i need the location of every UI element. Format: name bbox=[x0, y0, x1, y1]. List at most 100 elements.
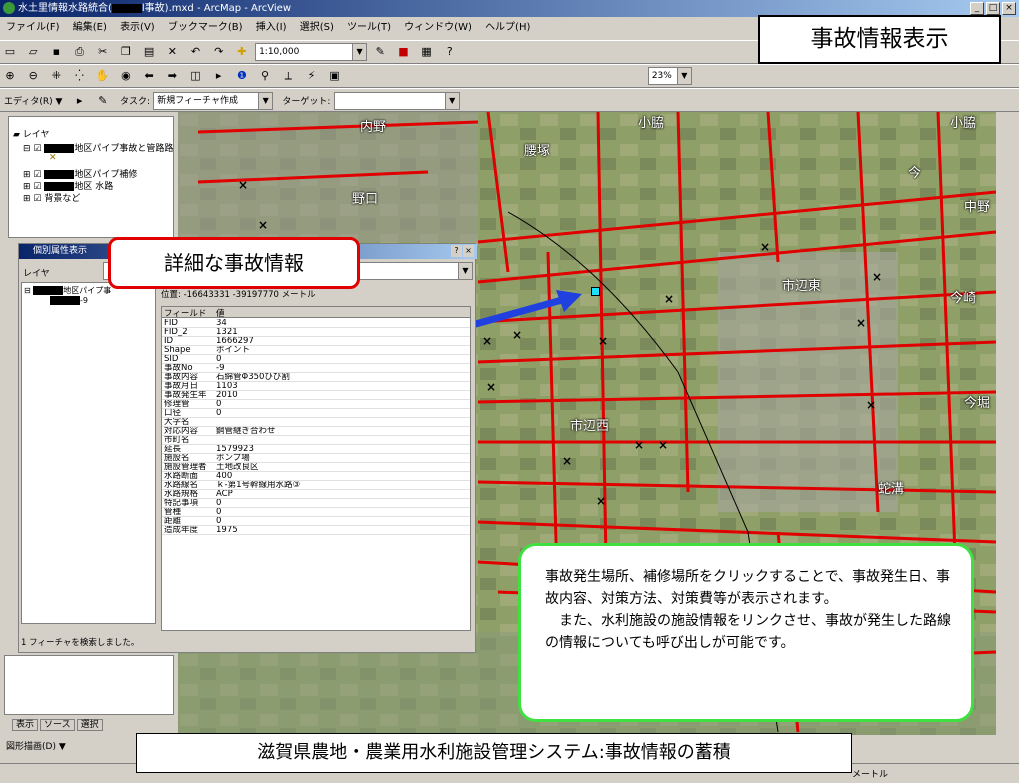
full-extent-icon[interactable]: ◉ bbox=[118, 68, 134, 84]
accident-marker[interactable]: × bbox=[258, 218, 268, 232]
back-icon[interactable]: ⬅ bbox=[141, 68, 157, 84]
accident-marker[interactable]: × bbox=[872, 270, 882, 284]
attribute-row: FID_2 1321 bbox=[162, 328, 470, 337]
redaction-block bbox=[50, 296, 80, 305]
print-icon[interactable]: ⎙ bbox=[72, 44, 88, 60]
accident-marker[interactable]: × bbox=[658, 438, 668, 452]
editor-toolbar-icon[interactable]: ✎ bbox=[372, 44, 388, 60]
selected-accident-point[interactable] bbox=[591, 287, 600, 296]
scale-combo[interactable]: 1:10,000 ▼ bbox=[255, 43, 368, 61]
accident-marker[interactable]: × bbox=[238, 178, 248, 192]
accident-marker[interactable]: × bbox=[486, 380, 496, 394]
zoom-out-icon[interactable]: ⊖ bbox=[25, 68, 41, 84]
accident-marker[interactable]: × bbox=[760, 240, 770, 254]
attribute-value: 1321 bbox=[216, 328, 238, 337]
pan-icon[interactable]: ✋ bbox=[95, 68, 111, 84]
attribute-row: 特記事項 0 bbox=[162, 499, 470, 508]
cut-icon[interactable]: ✂ bbox=[95, 44, 111, 60]
menu-tools[interactable]: ツール(T) bbox=[347, 22, 391, 33]
toc-layer-4[interactable]: ⊞ ☑ 背景など bbox=[23, 191, 80, 204]
attribute-field: 事故内容 bbox=[164, 373, 199, 382]
paste-icon[interactable]: ▤ bbox=[141, 44, 157, 60]
sketch-tool-icon[interactable]: ✎ bbox=[95, 93, 111, 109]
attribute-row: Shape ポイント bbox=[162, 346, 470, 355]
copy-icon[interactable]: ❐ bbox=[118, 44, 134, 60]
zoom-value: 23% bbox=[651, 71, 672, 81]
place-label-koshizuka: 腰塚 bbox=[524, 144, 551, 159]
accident-marker[interactable]: × bbox=[562, 454, 572, 468]
tree-feature-node[interactable]: -9 bbox=[50, 296, 88, 305]
save-icon[interactable]: ▪ bbox=[48, 44, 64, 60]
attribute-value: 400 bbox=[216, 472, 233, 481]
layer-label: レイヤ bbox=[23, 269, 50, 279]
task-combo[interactable]: 新規フィーチャ作成 ▼ bbox=[153, 92, 274, 110]
toc-root[interactable]: ▰ レイヤ bbox=[13, 127, 50, 140]
location-value: -16643331 -39197770 メートル bbox=[183, 290, 316, 300]
menu-edit[interactable]: 編集(E) bbox=[73, 22, 107, 33]
toc-layer-1[interactable]: ⊟ ☑ 地区パイプ事故と管路路 bbox=[23, 141, 173, 154]
redaction-block bbox=[111, 3, 142, 13]
attribute-row: 大字名 bbox=[162, 418, 470, 427]
new-icon[interactable]: ▭ bbox=[2, 44, 18, 60]
redaction-block bbox=[33, 286, 64, 295]
help-button[interactable]: ? bbox=[451, 245, 462, 257]
caption-system: 滋賀県農地・農業用水利施設管理システム:事故情報の蓄積 bbox=[136, 733, 852, 773]
attribute-row: 口径 0 bbox=[162, 409, 470, 418]
hyperlink-icon[interactable]: ⚡ bbox=[303, 68, 319, 84]
attribute-field: SID bbox=[164, 355, 179, 364]
fixed-zoom-out-icon[interactable]: ⁛ bbox=[72, 68, 88, 84]
measure-icon[interactable]: ⟂ bbox=[280, 68, 296, 84]
menu-window[interactable]: ウィンドウ(W) bbox=[404, 22, 472, 33]
delete-icon[interactable]: ✕ bbox=[164, 44, 180, 60]
window-title-prefix: 水土里情報水路統合( bbox=[18, 3, 112, 14]
close-icon[interactable]: × bbox=[463, 245, 474, 257]
attribute-value: 0 bbox=[216, 517, 222, 526]
minimize-button[interactable]: _ bbox=[970, 2, 984, 15]
accident-marker[interactable]: × bbox=[856, 316, 866, 330]
find-icon[interactable]: ⚲ bbox=[257, 68, 273, 84]
menu-insert[interactable]: 挿入(I) bbox=[256, 22, 287, 33]
whats-this-icon[interactable]: ? bbox=[442, 44, 458, 60]
accident-marker[interactable]: × bbox=[866, 398, 876, 412]
accident-marker[interactable]: × bbox=[664, 292, 674, 306]
attribute-row: 施設管理者 土地改良区 bbox=[162, 463, 470, 472]
close-button[interactable]: × bbox=[1002, 2, 1016, 15]
undo-icon[interactable]: ↶ bbox=[188, 44, 204, 60]
attribute-value: ポイント bbox=[216, 346, 251, 355]
menu-view[interactable]: 表示(V) bbox=[120, 22, 155, 33]
select-features-icon[interactable]: ◫ bbox=[188, 68, 204, 84]
drawing-menu[interactable]: 図形描画(D) ▼ bbox=[6, 739, 66, 752]
redo-icon[interactable]: ↷ bbox=[211, 44, 227, 60]
task-label: タスク: bbox=[120, 97, 151, 107]
tab-display[interactable]: 表示 bbox=[12, 719, 39, 731]
zoom-in-icon[interactable]: ⊕ bbox=[2, 68, 18, 84]
tree-layer-node[interactable]: ⊟ 地区パイプ事 bbox=[24, 285, 111, 296]
fixed-zoom-in-icon[interactable]: ⁜ bbox=[48, 68, 64, 84]
x-symbol-icon: ✕ bbox=[49, 153, 57, 163]
layout-icon[interactable]: ▣ bbox=[327, 68, 343, 84]
tab-source[interactable]: ソース bbox=[40, 719, 75, 731]
add-data-icon[interactable]: ✚ bbox=[234, 44, 250, 60]
menu-file[interactable]: ファイル(F) bbox=[6, 22, 60, 33]
editor-menu[interactable]: エディタ(R) ▼ bbox=[4, 94, 62, 107]
open-icon[interactable]: ▱ bbox=[25, 44, 41, 60]
arctoolbox-icon[interactable]: ■ bbox=[395, 44, 411, 60]
attribute-field: 施設名 bbox=[164, 454, 190, 463]
maximize-button[interactable]: □ bbox=[986, 2, 1000, 15]
target-combo[interactable]: ▼ bbox=[333, 92, 460, 110]
accident-marker[interactable]: × bbox=[596, 494, 606, 508]
catalog-icon[interactable]: ▦ bbox=[419, 44, 435, 60]
accident-marker[interactable]: × bbox=[634, 438, 644, 452]
tab-selection[interactable]: 選択 bbox=[76, 719, 103, 731]
menu-help[interactable]: ヘルプ(H) bbox=[485, 22, 530, 33]
select-elements-icon[interactable]: ▸ bbox=[211, 68, 227, 84]
menu-select[interactable]: 選択(S) bbox=[300, 22, 334, 33]
identify-icon[interactable]: ❶ bbox=[234, 68, 250, 84]
edit-tool-icon[interactable]: ▸ bbox=[72, 93, 88, 109]
accident-marker[interactable]: × bbox=[598, 334, 608, 348]
identify-window: 個別属性表示 ? × レイヤ ▼ ⊟ 地区パイプ事 -9 位置: -166433… bbox=[18, 243, 477, 653]
forward-icon[interactable]: ➡ bbox=[164, 68, 180, 84]
chevron-down-icon: ▼ bbox=[676, 68, 691, 84]
zoom-combo[interactable]: 23% ▼ bbox=[647, 67, 692, 85]
menu-bookmark[interactable]: ブックマーク(B) bbox=[168, 22, 243, 33]
